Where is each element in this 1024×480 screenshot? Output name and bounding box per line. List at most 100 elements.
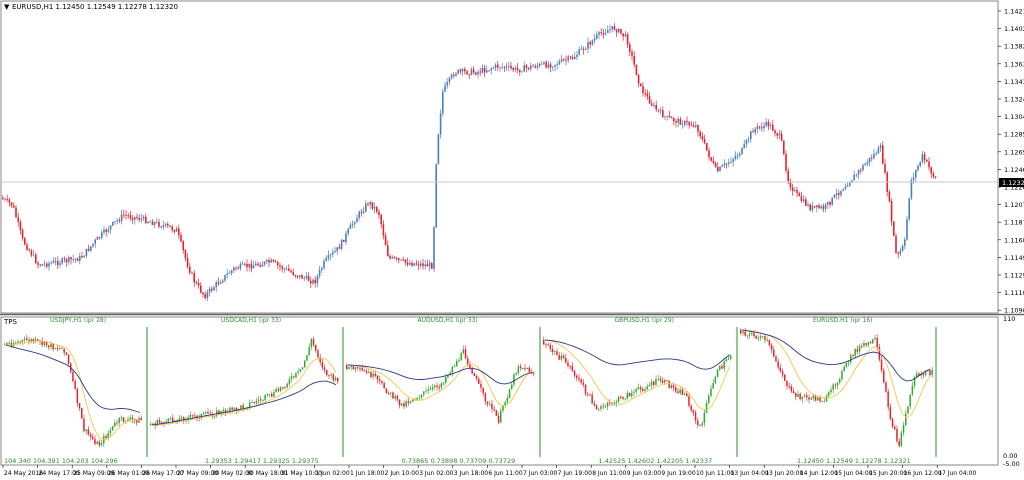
candle-body [492,67,495,69]
indicator-candle-body [779,367,782,372]
panel-values-label: 104.340 104.391 104.203 104.296 [4,457,118,465]
candle-body [818,205,820,209]
indicator-candle-body [462,349,465,354]
candle-body [853,174,855,181]
candle-body [114,221,116,223]
candle-body [514,67,517,70]
indicator-candle-body [620,396,622,398]
candle-body [470,69,473,75]
indicator-candle-body [59,348,61,350]
time-label: 2 Jun 10:00 [385,470,419,477]
price-label: 1.11295 [1004,272,1024,280]
price-label: 1.12460 [1004,166,1024,174]
main-chart-pane[interactable]: ▼ EURUSD,H1 1.12450 1.12549 1.12278 1.12… [0,0,1024,315]
candle-body [318,270,321,276]
indicator-candle-body [290,376,293,380]
candle-body [618,28,620,33]
indicator-candle-body [887,391,889,408]
indicator-candle-body [467,358,469,365]
indicator-candle-body [556,351,558,355]
indicator-candle-body [407,401,410,404]
candle-body [382,224,385,236]
indicator-candle-body [637,387,640,390]
indicator-candle-body [4,344,6,346]
candle-body [393,256,396,259]
candle-body [384,235,387,246]
candle-body [94,239,96,244]
indicator-candle-body [8,342,10,344]
indicator-candle-body [646,386,648,390]
indicator-candle-body [517,366,520,374]
indicator-candle-body [883,370,885,383]
candle-body [323,260,325,269]
candle-body [805,199,807,206]
candle-body [919,161,921,166]
indicator-candle-body [567,362,569,367]
candle-body [101,232,103,238]
candle-body [778,133,781,136]
indicator-candle-body [191,414,194,416]
indicator-candle-body [321,362,324,368]
candle-body [741,147,743,154]
indicator-candle-body [526,367,528,370]
indicator-candle-body [109,430,112,434]
candle-body [380,215,382,225]
candle-body [409,262,411,265]
candle-body [151,221,154,225]
candle-body [387,245,389,257]
candle-body [556,64,558,66]
indicator-candle-body [98,441,101,446]
indicator-candle-body [558,354,560,360]
indicator-candle-body [889,407,892,419]
indicator-candle-body [708,395,710,403]
indicator-candle-body [836,382,839,386]
indicator-candle-body [202,412,205,414]
indicator-candle-body [456,361,458,367]
candle-body [558,61,561,65]
candle-body [697,125,699,132]
indicator-candle-body [721,366,723,369]
candle-body [125,215,127,216]
candle-body [347,228,349,234]
indicator-candle-body [742,331,744,334]
indicator-candle-body [679,389,681,394]
candle-body [932,173,935,177]
indicator-candle-body [330,374,332,376]
candle-body [301,275,303,279]
indicator-candle-body [251,402,253,404]
candle-body [552,66,554,68]
indicator-candle-body [255,401,258,404]
candle-body [604,32,607,35]
collapse-triangle-icon[interactable]: ▼ [4,3,10,11]
candle-body [794,190,796,192]
indicator-candle-body [475,376,478,379]
candle-body [838,193,840,195]
candle-body [840,190,842,195]
indicator-candle-body [909,394,911,407]
candle-body [490,68,492,71]
indicator-candle-body [317,350,319,358]
panel-symbol-label: GBPUSD,H1 (ipr 29) [615,317,675,324]
candle-body [140,218,143,220]
candle-body [158,221,160,227]
candle-body [730,161,732,163]
indicator-candle-body [23,338,26,340]
trading-chart[interactable]: ▼ EURUSD,H1 1.12450 1.12549 1.12278 1.12… [0,0,1024,480]
indicator-candle-body [766,339,768,341]
candle-body [602,33,605,35]
candle-body [501,66,503,68]
indicator-candle-body [648,385,651,387]
price-label: 1.12850 [1004,131,1024,139]
candle-body [48,263,50,267]
indicator-candle-body [719,366,721,370]
indicator-candle-body [528,367,531,373]
panel-symbol-label: EURUSD,H1 (ipr 16) [813,317,872,324]
indicator-candle-body [473,373,476,377]
indicator-candle-body [823,401,826,403]
indicator-pane[interactable]: TPS USDJPY,H1 (ipr 28) 104.340 104.391 10… [0,315,1020,468]
candle-body [752,131,754,133]
indicator-candle-body [929,370,931,376]
indicator-candle-body [810,397,812,400]
indicator-candle-body [821,401,823,402]
indicator-candle-body [655,379,657,385]
